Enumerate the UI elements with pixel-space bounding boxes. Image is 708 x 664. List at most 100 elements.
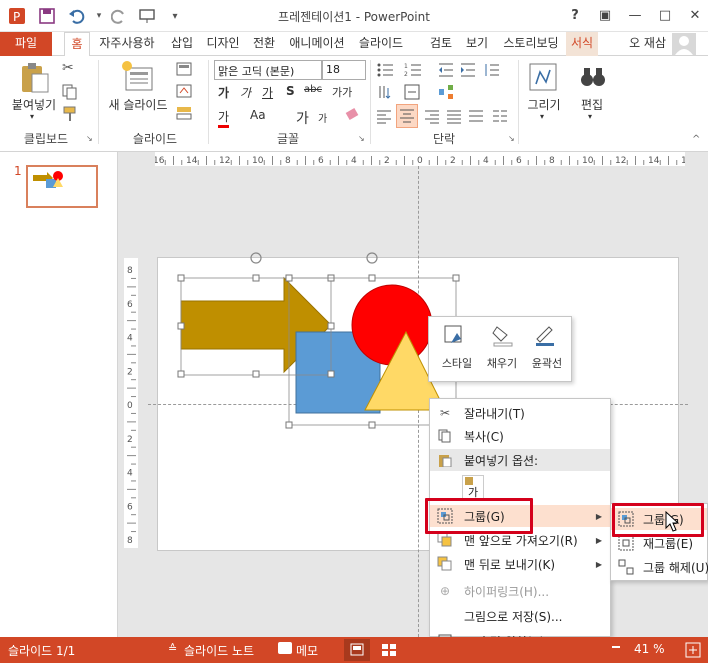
increase-indent-icon[interactable] <box>460 62 476 78</box>
font-color-button[interactable]: 가 <box>218 108 230 128</box>
section-icon[interactable] <box>176 106 192 120</box>
help-button[interactable]: ? <box>562 4 588 26</box>
slide-count: 슬라이드 1/1 <box>8 644 76 658</box>
new-slide-icon[interactable] <box>120 60 154 94</box>
layout-icon[interactable] <box>176 62 192 76</box>
font-launcher-icon[interactable]: ↘ <box>358 134 365 143</box>
tab-design[interactable]: 디자인 <box>202 32 244 56</box>
drawing-icon[interactable] <box>526 62 560 94</box>
paste-keep-text-option[interactable]: 가 <box>462 475 484 499</box>
collapse-ribbon-icon[interactable]: ^ <box>692 134 700 145</box>
font-name-input[interactable]: 맑은 고딕 (본문) <box>214 60 322 80</box>
close-button[interactable]: ✕ <box>682 4 708 26</box>
shape-style-button[interactable]: 스타일 <box>433 355 481 371</box>
shrink-font-button[interactable]: 가 <box>318 110 327 125</box>
bullets-icon[interactable] <box>376 62 394 78</box>
columns-icon[interactable] <box>492 108 508 124</box>
copy-menu-item[interactable]: 복사(C) <box>430 425 610 447</box>
tab-frequent[interactable]: 자주사용하 <box>94 32 160 56</box>
tab-slideshow[interactable]: 슬라이드 <box>354 32 408 56</box>
text-direction-icon[interactable] <box>376 84 392 100</box>
paste-icon[interactable] <box>18 62 50 94</box>
v-ruler-tick-label: 6 <box>127 502 133 512</box>
paste-dropdown-icon[interactable]: ▾ <box>30 112 34 121</box>
binoculars-icon[interactable] <box>578 62 608 92</box>
mouse-cursor-icon <box>665 511 680 532</box>
smartart-icon[interactable] <box>438 84 454 100</box>
paragraph-launcher-icon[interactable]: ↘ <box>508 134 515 143</box>
fit-to-window-icon[interactable] <box>684 641 702 659</box>
align-right-icon[interactable] <box>424 108 440 124</box>
editing-button[interactable]: 편집 <box>572 96 612 113</box>
slide-sorter-view-button[interactable] <box>378 641 400 659</box>
underline-button[interactable]: 가 <box>262 84 273 101</box>
fill-button[interactable]: 채우기 <box>479 355 525 371</box>
send-to-back-menu-item[interactable]: 맨 뒤로 보내기(K) ▶ <box>430 553 610 575</box>
avatar[interactable] <box>672 33 696 55</box>
outline-pen-icon[interactable] <box>533 323 561 347</box>
comments-button[interactable]: 메모 <box>296 642 318 659</box>
bold-button[interactable]: 가 <box>218 84 229 101</box>
tab-view[interactable]: 보기 <box>462 32 492 56</box>
char-spacing-button[interactable]: 가가 <box>332 84 352 100</box>
h-ruler-tick-label: 14 <box>186 156 198 166</box>
numbering-icon[interactable]: 12 <box>404 62 422 78</box>
align-text-icon[interactable] <box>404 84 420 100</box>
zoom-out-icon[interactable] <box>612 646 620 648</box>
slide-number: 1 <box>14 164 22 178</box>
fill-bucket-icon[interactable] <box>491 323 515 347</box>
tab-insert[interactable]: 삽입 <box>166 32 198 56</box>
clear-formatting-icon[interactable] <box>344 106 362 124</box>
shape-style-icon[interactable] <box>443 323 467 347</box>
cut-menu-item[interactable]: ✂ 잘라내기(T) <box>430 402 610 424</box>
notes-icon: ≙ <box>168 642 178 655</box>
drawing-button[interactable]: 그리기 <box>522 96 566 113</box>
tab-transitions[interactable]: 전환 <box>248 32 280 56</box>
line-spacing-icon[interactable] <box>484 62 500 78</box>
tab-home[interactable]: 홈 <box>64 32 90 57</box>
tab-review[interactable]: 검토 <box>426 32 456 56</box>
grow-font-button[interactable]: 가 <box>296 108 309 128</box>
h-ruler-tick-label: 10 <box>252 156 264 166</box>
align-center-icon[interactable] <box>396 104 418 128</box>
reset-icon[interactable] <box>176 84 192 98</box>
v-ruler-tick-label: 2 <box>127 367 133 377</box>
normal-view-button[interactable] <box>344 639 370 661</box>
outline-button[interactable]: 윤곽선 <box>523 355 571 371</box>
paste-options-header: 붙여넣기 옵션: <box>430 449 610 471</box>
align-left-icon[interactable] <box>376 108 392 124</box>
strikethrough-button[interactable]: abc <box>304 84 322 95</box>
new-slide-button[interactable]: 새 슬라이드 <box>104 96 172 113</box>
slide-thumbnail[interactable] <box>26 165 98 208</box>
h-ruler-tick-label: 14 <box>648 156 660 166</box>
minimize-button[interactable]: — <box>622 4 648 26</box>
editing-dropdown-icon[interactable]: ▾ <box>588 112 592 121</box>
zoom-level[interactable]: 41 % <box>634 642 665 656</box>
tab-animations[interactable]: 애니메이션 <box>284 32 350 56</box>
format-painter-icon[interactable] <box>62 106 80 124</box>
justify-icon[interactable] <box>446 108 462 124</box>
drawing-dropdown-icon[interactable]: ▾ <box>540 112 544 121</box>
restore-button[interactable]: □ <box>652 4 678 26</box>
shadow-button[interactable]: S <box>286 84 295 98</box>
ribbon-display-options-button[interactable]: ▣ <box>592 4 618 26</box>
user-name[interactable]: 오 재삼 <box>606 32 666 56</box>
tab-storyboarding[interactable]: 스토리보딩 <box>498 32 564 56</box>
paste-button[interactable]: 붙여넣기 <box>6 96 62 113</box>
font-size-input[interactable]: 18 <box>322 60 366 80</box>
distribute-icon[interactable] <box>468 108 484 124</box>
clipboard-launcher-icon[interactable]: ↘ <box>86 134 93 143</box>
notes-button[interactable]: 슬라이드 노트 <box>184 642 254 659</box>
cut-icon[interactable]: ✂ <box>62 60 80 78</box>
tab-format[interactable]: 서식 <box>566 32 598 56</box>
submenu-ungroup-item[interactable]: 그룹 해제(U) <box>611 556 708 578</box>
copy-icon[interactable] <box>62 84 80 102</box>
group-highlight-box <box>425 498 533 534</box>
change-case-button[interactable]: Aa <box>250 108 266 122</box>
save-as-picture-menu-item[interactable]: 그림으로 저장(S)... <box>430 605 610 627</box>
italic-button[interactable]: 가 <box>240 84 251 101</box>
tab-file[interactable]: 파일 <box>0 32 52 56</box>
h-ruler-tick-label: 6 <box>318 156 324 166</box>
h-ruler-tick-label: 10 <box>582 156 594 166</box>
decrease-indent-icon[interactable] <box>438 62 454 78</box>
